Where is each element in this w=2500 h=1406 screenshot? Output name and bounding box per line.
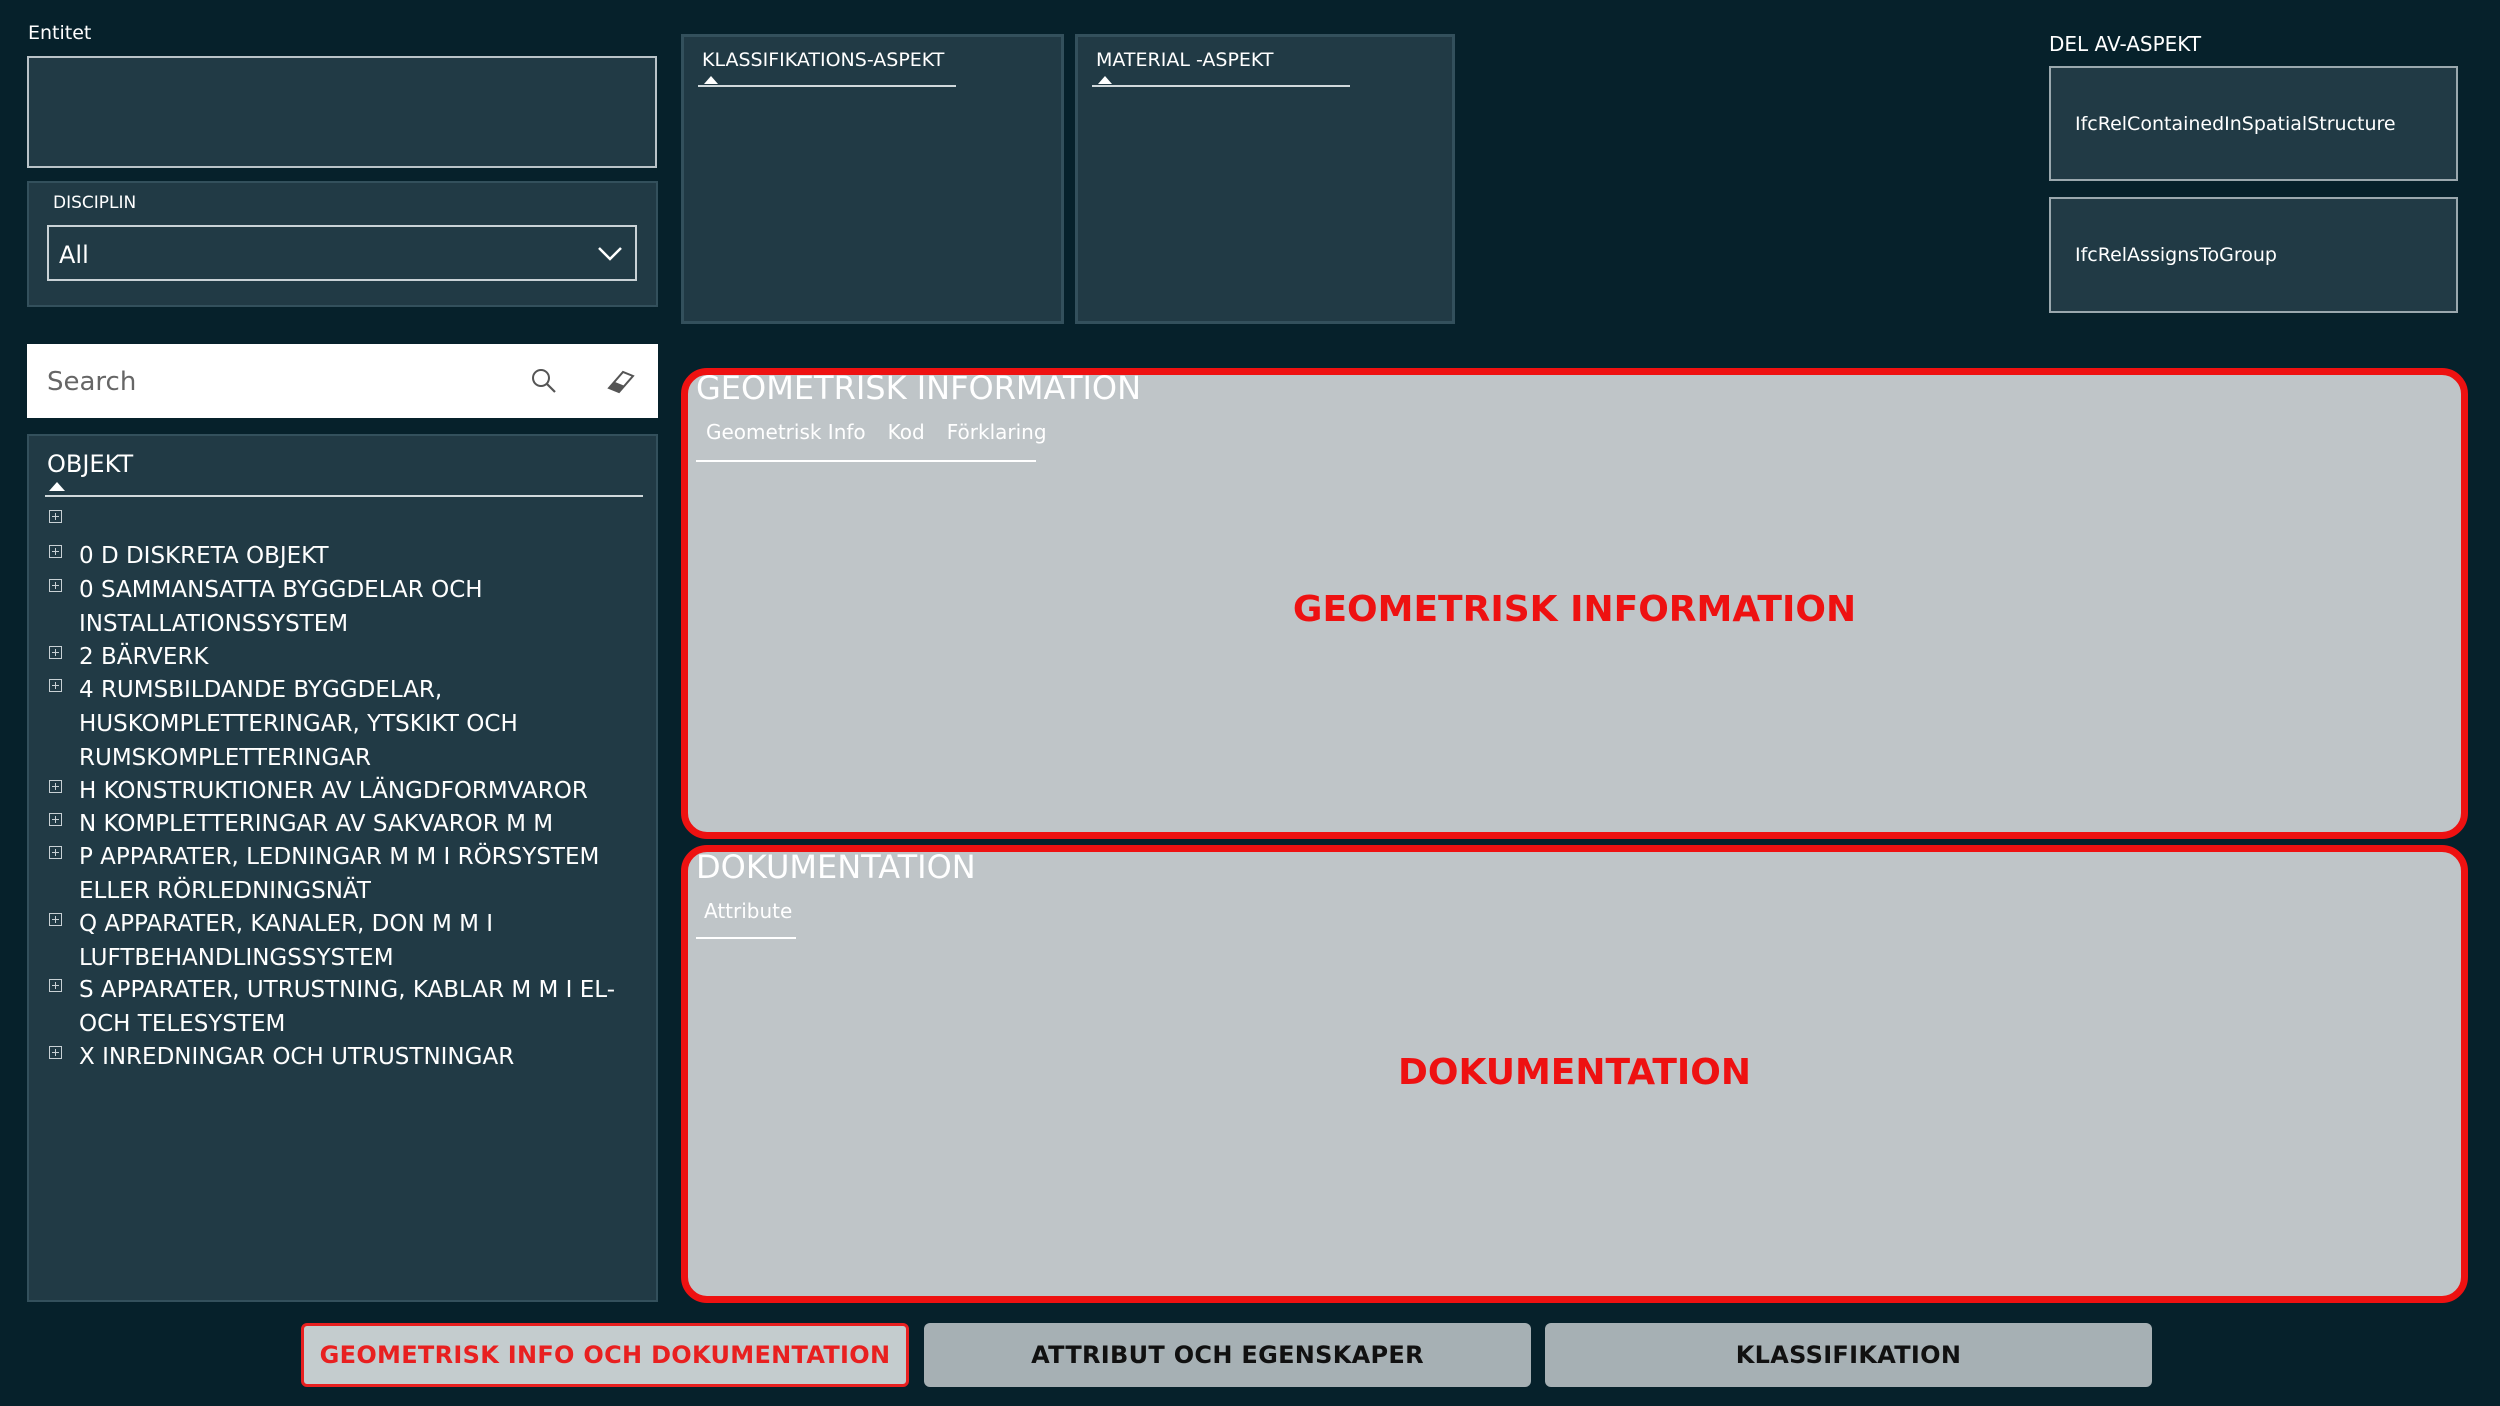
disciplin-label: DISCIPLIN [53, 193, 137, 213]
expand-icon[interactable] [49, 510, 62, 523]
expand-icon[interactable] [49, 780, 62, 793]
tab-underline [696, 937, 796, 939]
expand-icon[interactable] [49, 846, 62, 859]
tab-attribute[interactable]: Attribute [704, 899, 792, 923]
disciplin-dropdown[interactable]: All [47, 225, 637, 281]
objekt-header-underline [45, 495, 643, 497]
dokumentation-overlay-label: DOKUMENTATION [1397, 1052, 1752, 1093]
entitet-label: Entitet [28, 22, 92, 44]
ifc-rel-assigns-button[interactable]: IfcRelAssignsToGroup [2049, 197, 2458, 313]
dokumentation-tabs: Attribute [704, 899, 792, 923]
tab-kod[interactable]: Kod [888, 420, 925, 444]
expand-icon[interactable] [49, 679, 62, 692]
tab-underline [696, 460, 1036, 462]
aspekt-underline [698, 85, 956, 87]
objekt-header[interactable]: OBJEKT [47, 450, 133, 478]
sort-caret-icon [49, 482, 65, 491]
geometrisk-overlay-label: GEOMETRISK INFORMATION [1292, 589, 1857, 630]
expand-icon[interactable] [49, 646, 62, 659]
geometrisk-information-section: GEOMETRISK INFORMATION Geometrisk Info K… [681, 368, 2468, 839]
sort-caret-icon [1098, 76, 1112, 84]
material-aspekt-panel: MATERIAL -ASPEKT [1075, 34, 1455, 324]
nav-klassifikation-button[interactable]: KLASSIFIKATION [1545, 1323, 2152, 1387]
search-icon[interactable] [529, 366, 559, 396]
dokumentation-section: DOKUMENTATION Attribute DOKUMENTATION [681, 845, 2468, 1303]
objekt-panel: OBJEKT 0 D DISKRETA OBJEKT 0 SAMMANSATTA… [27, 434, 658, 1302]
geometrisk-information-title: GEOMETRISK INFORMATION [696, 369, 1142, 407]
disciplin-panel: DISCIPLIN All [27, 181, 658, 307]
expand-icon[interactable] [49, 979, 62, 992]
nav-attribut-button[interactable]: ATTRIBUT OCH EGENSKAPER [924, 1323, 1531, 1387]
ifc-rel-contained-button[interactable]: IfcRelContainedInSpatialStructure [2049, 66, 2458, 181]
expand-icon[interactable] [49, 579, 62, 592]
geometrisk-tabs: Geometrisk Info Kod Förklaring [706, 420, 1047, 444]
del-av-aspekt-label: DEL AV-ASPEKT [2049, 32, 2202, 56]
aspekt-underline [1092, 85, 1350, 87]
tab-forklaring[interactable]: Förklaring [947, 420, 1047, 444]
sort-caret-icon [704, 76, 718, 84]
disciplin-selected-value: All [59, 241, 89, 269]
expand-icon[interactable] [49, 913, 62, 926]
expand-icon[interactable] [49, 1046, 62, 1059]
tab-geometrisk-info[interactable]: Geometrisk Info [706, 420, 866, 444]
dokumentation-title: DOKUMENTATION [696, 848, 976, 886]
expand-icon[interactable] [49, 545, 62, 558]
eraser-icon[interactable] [603, 364, 637, 398]
material-aspekt-header[interactable]: MATERIAL -ASPEKT [1096, 49, 1274, 71]
klassifikations-aspekt-panel: KLASSIFIKATIONS-ASPEKT [681, 34, 1064, 324]
chevron-down-icon[interactable] [595, 239, 625, 269]
expand-icon[interactable] [49, 813, 62, 826]
entitet-field[interactable] [27, 56, 657, 168]
klassifikations-aspekt-header[interactable]: KLASSIFIKATIONS-ASPEKT [702, 49, 944, 71]
search-input[interactable] [45, 358, 509, 406]
search-box [27, 344, 658, 418]
nav-geometrisk-info-button[interactable]: GEOMETRISK INFO OCH DOKUMENTATION [301, 1323, 909, 1387]
